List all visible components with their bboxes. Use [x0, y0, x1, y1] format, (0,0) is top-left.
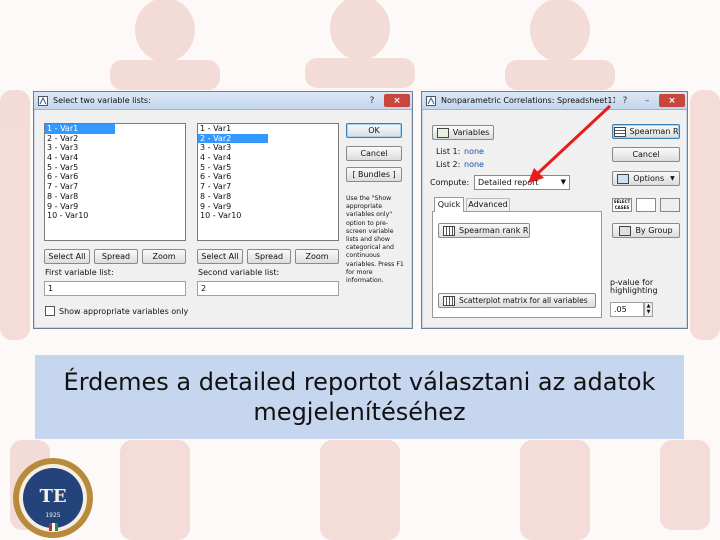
variable-list-item[interactable]: 9 - Var9	[45, 202, 185, 212]
close-icon[interactable]: ×	[659, 94, 685, 107]
select-all-button-1[interactable]: Select All	[44, 249, 90, 264]
spearman-rank-icon	[443, 225, 455, 236]
spread-button-1[interactable]: Spread	[94, 249, 138, 264]
tab-quick-label: Quick	[437, 200, 461, 209]
spearman-rank-button[interactable]: Spearman rank R	[438, 223, 530, 238]
show-appropriate-label: Show appropriate variables only	[59, 307, 189, 316]
caption-text: Érdemes a detailed reportot választani a…	[63, 368, 656, 426]
list2-value: none	[464, 160, 484, 169]
first-list-label: First variable list:	[45, 268, 114, 277]
svg-text:TE: TE	[39, 486, 66, 507]
nonparametric-titlebar: Nonparametric Correlations: Spreadsheet1…	[422, 92, 687, 110]
variable-list-item[interactable]: 3 - Var3	[198, 143, 338, 153]
close-icon[interactable]: ×	[384, 94, 410, 107]
variable-list-item[interactable]: 5 - Var5	[198, 163, 338, 173]
options-icon	[617, 173, 630, 184]
scatterplot-label: Scatterplot matrix for all variables	[459, 296, 588, 305]
caption-box: Érdemes a detailed reportot választani a…	[35, 355, 684, 439]
svg-text:1925: 1925	[45, 512, 60, 519]
variable-list-item[interactable]: 6 - Var6	[45, 172, 185, 182]
variable-list-item[interactable]: 10 - Var10	[45, 211, 185, 221]
cancel-button[interactable]: Cancel	[346, 146, 402, 161]
zoom-button-2[interactable]: Zoom	[295, 249, 339, 264]
variable-list-item[interactable]: 6 - Var6	[198, 172, 338, 182]
cancel-button[interactable]: Cancel	[612, 147, 680, 162]
list2-label: List 2:	[436, 160, 461, 169]
first-variable-listbox[interactable]: 1 - Var1 2 - Var2 3 - Var3 4 - Var4 5 - Var5…	[44, 123, 186, 241]
variable-list-item[interactable]: 2 - Var2	[45, 134, 185, 144]
second-list-field[interactable]: 2	[197, 281, 339, 296]
nonparametric-title: Nonparametric Correlations: Spreadsheet1…	[441, 96, 615, 105]
tab-advanced[interactable]: Advanced	[466, 198, 510, 211]
spearman-r-label: Spearman R	[629, 127, 679, 136]
variables-button[interactable]: Variables	[432, 125, 494, 140]
university-seal-logo: TE 1925	[13, 458, 93, 538]
p-value-spinner[interactable]: ▲ ▼	[644, 302, 653, 317]
p-value-field[interactable]: .05	[610, 302, 644, 317]
help-icon[interactable]: ?	[615, 94, 635, 107]
tab-quick[interactable]: Quick	[434, 197, 464, 212]
tab-advanced-label: Advanced	[468, 200, 508, 209]
second-list-label: Second variable list:	[198, 268, 280, 277]
compute-select-value: Detailed report	[478, 178, 539, 187]
statistica-app-icon	[38, 95, 48, 106]
second-variable-listbox[interactable]: 1 - Var1 2 - Var2 3 - Var3 4 - Var4 5 - Var5…	[197, 123, 339, 241]
options-button[interactable]: Options ▼	[612, 171, 680, 186]
select-variables-title: Select two variable lists:	[53, 96, 151, 105]
select-all-button-2[interactable]: Select All	[197, 249, 243, 264]
nonparametric-correlations-dialog: Nonparametric Correlations: Spreadsheet1…	[421, 91, 688, 329]
show-appropriate-checkbox[interactable]	[45, 306, 55, 316]
weights-icon[interactable]	[636, 198, 656, 212]
scatterplot-matrix-button[interactable]: Scatterplot matrix for all variables	[438, 293, 596, 308]
compute-label: Compute:	[430, 178, 470, 187]
variable-list-item[interactable]: 4 - Var4	[198, 153, 338, 163]
spearman-r-button[interactable]: Spearman R	[612, 124, 680, 139]
ok-button[interactable]: OK	[346, 123, 402, 138]
variable-list-item[interactable]: 1 - Var1	[198, 124, 338, 134]
variables-button-label: Variables	[452, 128, 490, 137]
variable-list-item[interactable]: 8 - Var8	[45, 192, 185, 202]
variable-list-item[interactable]: 7 - Var7	[45, 182, 185, 192]
bundles-button[interactable]: [ Bundles ]	[346, 167, 402, 182]
variable-list-item[interactable]: 1 - Var1	[45, 124, 115, 134]
p-value-label: p-value for highlighting	[610, 278, 658, 295]
variable-list-item[interactable]: 4 - Var4	[45, 153, 185, 163]
printer-icon[interactable]	[660, 198, 680, 212]
statistica-app-icon	[426, 95, 436, 106]
list1-label: List 1:	[436, 147, 461, 156]
first-list-field[interactable]: 1	[44, 281, 186, 296]
options-label: Options	[633, 174, 665, 183]
zoom-button-1[interactable]: Zoom	[142, 249, 186, 264]
spearman-table-icon	[613, 126, 626, 137]
by-group-button[interactable]: By Group	[612, 223, 680, 238]
scatterplot-icon	[443, 295, 455, 306]
variable-list-item[interactable]: 3 - Var3	[45, 143, 185, 153]
spearman-rank-label: Spearman rank R	[459, 226, 529, 235]
minimize-icon[interactable]: –	[637, 94, 657, 107]
variables-icon	[436, 127, 449, 138]
variable-list-item[interactable]: 10 - Var10	[198, 211, 338, 221]
spread-button-2[interactable]: Spread	[247, 249, 291, 264]
first-test-icon[interactable]: SELECT CASES	[612, 198, 632, 212]
variable-list-item[interactable]: 7 - Var7	[198, 182, 338, 192]
help-icon[interactable]: ?	[362, 94, 382, 107]
list1-value: none	[464, 147, 484, 156]
select-variables-dialog: Select two variable lists: ? × 1 - Var1 2…	[33, 91, 413, 329]
by-group-icon	[619, 225, 632, 236]
select-variables-titlebar: Select two variable lists: ? ×	[34, 92, 412, 110]
variable-list-item[interactable]: 2 - Var2	[198, 133, 268, 144]
variable-list-item[interactable]: 9 - Var9	[198, 202, 338, 212]
compute-select[interactable]: Detailed report ▼	[474, 175, 570, 190]
chevron-down-icon: ▼	[560, 178, 566, 186]
help-text: Use the "Show appropriate variables only…	[346, 195, 404, 285]
chevron-down-icon: ▼	[670, 175, 675, 182]
variable-list-item[interactable]: 5 - Var5	[45, 163, 185, 173]
variable-list-item[interactable]: 8 - Var8	[198, 192, 338, 202]
by-group-label: By Group	[635, 226, 673, 235]
